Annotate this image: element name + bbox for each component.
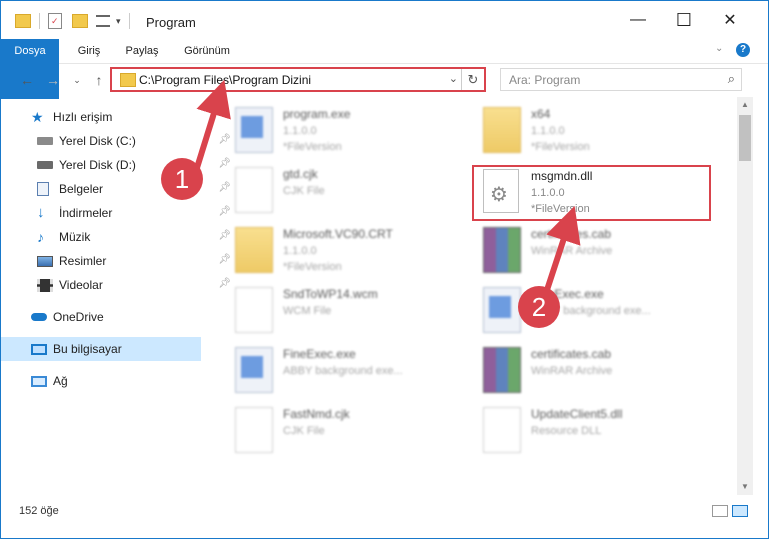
annotation-arrows [193,79,581,294]
step-badge-2: 2 [518,286,560,328]
arrow-step-2 [543,205,581,294]
arrow-step-1 [193,79,231,172]
step-badge-1: 1 [161,158,203,200]
explorer-window: ✓ ▾ Program — ☐ ✕ Dosya Giriş Paylaş Gör… [0,0,769,539]
